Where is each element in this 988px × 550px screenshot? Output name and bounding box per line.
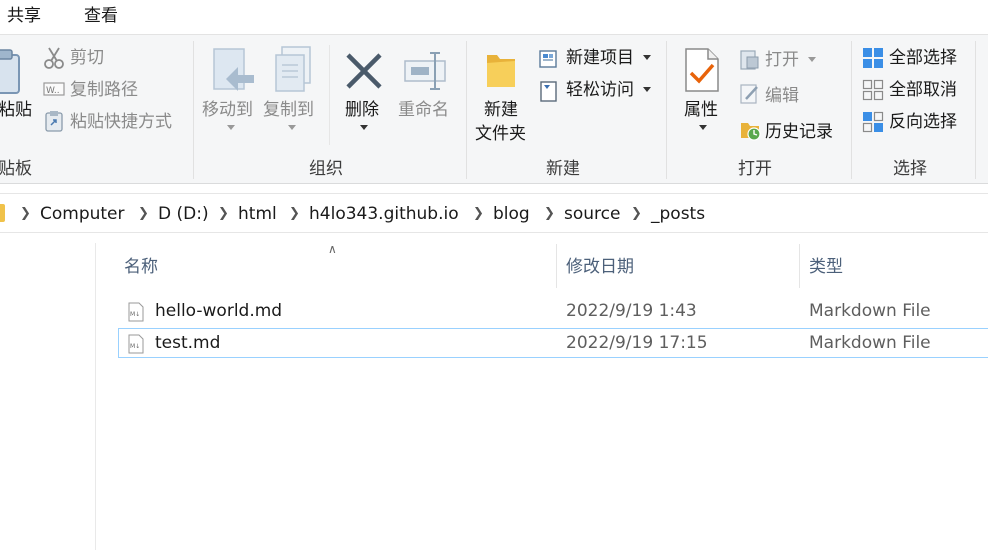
- new-item-button[interactable]: 新建项目: [566, 47, 634, 69]
- file-type: Markdown File: [809, 301, 931, 321]
- copy-to-button[interactable]: 复制到: [263, 99, 314, 121]
- folder-icon: [487, 55, 515, 87]
- tab-view[interactable]: 查看: [84, 5, 118, 27]
- group-divider: [975, 41, 976, 179]
- select-none-button[interactable]: 全部取消: [889, 79, 957, 101]
- group-label-select: 选择: [893, 159, 927, 179]
- markdown-file-icon: M↓: [128, 334, 144, 354]
- breadcrumb-h4lo343-github-io[interactable]: h4lo343.github.io: [309, 203, 459, 225]
- svg-text:M↓: M↓: [130, 311, 140, 318]
- sort-ascending-icon: ∧: [328, 242, 337, 256]
- tab-share[interactable]: 共享: [7, 5, 41, 27]
- delete-x-icon: [346, 53, 382, 89]
- chevron-right-icon[interactable]: ❯: [289, 206, 300, 222]
- rename-icon: [404, 52, 446, 90]
- chevron-right-icon[interactable]: ❯: [218, 206, 229, 222]
- breadcrumb-html[interactable]: html: [238, 203, 277, 225]
- chevron-right-icon[interactable]: ❯: [138, 206, 149, 222]
- svg-text:W..: W..: [46, 86, 60, 96]
- chevron-down-icon: [643, 55, 651, 60]
- svg-text:M↓: M↓: [130, 343, 140, 350]
- breadcrumb-blog[interactable]: blog: [493, 203, 530, 225]
- group-label-open: 打开: [738, 159, 772, 179]
- properties-button[interactable]: 属性: [684, 99, 718, 121]
- cut-button[interactable]: 剪切: [70, 47, 104, 69]
- copy-path-button[interactable]: 复制路径: [70, 79, 138, 101]
- navigation-pane[interactable]: [0, 243, 96, 550]
- folder-icon: [0, 204, 5, 222]
- breadcrumb-d-drive[interactable]: D (D:): [158, 203, 209, 225]
- column-header-modified[interactable]: 修改日期: [566, 256, 634, 278]
- move-to-button[interactable]: 移动到: [202, 99, 253, 121]
- group-divider: [329, 45, 330, 145]
- rename-button[interactable]: 重命名: [398, 99, 449, 121]
- file-modified: 2022/9/19 1:43: [566, 301, 697, 321]
- properties-check-icon: [685, 48, 719, 92]
- column-divider[interactable]: [556, 244, 557, 288]
- chevron-down-icon: [360, 125, 368, 130]
- file-row[interactable]: M↓ test.md 2022/9/19 17:15 Markdown File: [118, 328, 988, 358]
- file-name[interactable]: test.md: [155, 332, 220, 354]
- delete-button[interactable]: 删除: [345, 99, 379, 121]
- group-label-new: 新建: [546, 159, 580, 179]
- scissors-icon: [44, 47, 64, 69]
- clipboard-icon[interactable]: [0, 47, 24, 97]
- history-button[interactable]: 历史记录: [765, 121, 833, 143]
- chevron-right-icon[interactable]: ❯: [473, 206, 484, 222]
- select-all-icon: [863, 48, 883, 68]
- address-bar[interactable]: ❯ Computer ❯ D (D:) ❯ html ❯ h4lo343.git…: [0, 193, 988, 233]
- select-all-button[interactable]: 全部选择: [889, 47, 957, 69]
- column-divider[interactable]: [799, 244, 800, 288]
- history-icon: [741, 123, 761, 141]
- chevron-down-icon: [699, 125, 707, 130]
- copy-to-icon: [275, 46, 311, 92]
- new-item-icon: [539, 50, 557, 68]
- breadcrumb-computer[interactable]: Computer: [40, 203, 125, 225]
- group-divider: [851, 41, 852, 179]
- file-type: Markdown File: [809, 333, 931, 353]
- move-to-icon: [213, 48, 254, 91]
- new-folder-button[interactable]: 新建: [484, 99, 518, 121]
- select-none-icon: [862, 79, 884, 101]
- open-icon: [740, 50, 759, 70]
- paste-button[interactable]: 粘贴: [0, 99, 32, 121]
- group-divider: [193, 41, 194, 179]
- column-header-type[interactable]: 类型: [809, 256, 843, 278]
- ribbon: 粘贴 剪切 W.. 复制路径 粘贴快捷方式 贴板 移动到 复制到 删除 重命名 …: [0, 34, 988, 184]
- copy-path-icon: W..: [43, 82, 65, 96]
- new-folder-button-line2[interactable]: 文件夹: [475, 123, 526, 145]
- group-label-organize: 组织: [309, 159, 343, 179]
- chevron-right-icon[interactable]: ❯: [544, 206, 555, 222]
- group-divider: [466, 41, 467, 179]
- markdown-file-icon: M↓: [128, 302, 144, 322]
- invert-selection-icon: [862, 111, 884, 133]
- chevron-down-icon: [808, 57, 816, 62]
- file-name[interactable]: hello-world.md: [155, 300, 282, 322]
- column-header-name[interactable]: 名称: [124, 256, 158, 278]
- easy-access-button[interactable]: 轻松访问: [566, 79, 634, 101]
- edit-icon: [740, 84, 758, 104]
- chevron-right-icon[interactable]: ❯: [20, 206, 31, 222]
- chevron-down-icon: [643, 87, 651, 92]
- group-divider: [666, 41, 667, 179]
- breadcrumb-source[interactable]: source: [564, 203, 620, 225]
- group-label-clipboard: 贴板: [0, 159, 32, 179]
- file-modified: 2022/9/19 17:15: [566, 333, 708, 353]
- edit-button[interactable]: 编辑: [765, 85, 799, 107]
- breadcrumb-posts[interactable]: _posts: [651, 203, 705, 225]
- paste-shortcut-button[interactable]: 粘贴快捷方式: [70, 111, 172, 133]
- easy-access-icon: [540, 81, 557, 102]
- invert-selection-button[interactable]: 反向选择: [889, 111, 957, 133]
- ribbon-tab-bar: 共享 查看: [0, 0, 988, 34]
- chevron-right-icon[interactable]: ❯: [631, 206, 642, 222]
- open-button[interactable]: 打开: [765, 49, 799, 71]
- paste-shortcut-icon: [45, 111, 63, 132]
- chevron-down-icon: [288, 125, 296, 130]
- chevron-down-icon: [227, 125, 235, 130]
- file-row[interactable]: M↓ hello-world.md 2022/9/19 1:43 Markdow…: [118, 296, 988, 326]
